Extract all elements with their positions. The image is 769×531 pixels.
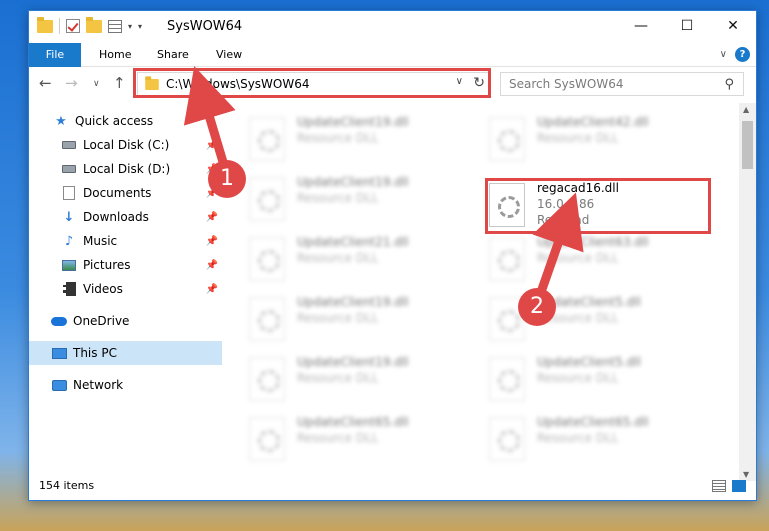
step-2-badge: 2 xyxy=(518,288,556,326)
annotation-overlay xyxy=(183,66,584,297)
step-1-badge: 1 xyxy=(208,160,246,198)
arrow-to-file xyxy=(532,192,584,297)
